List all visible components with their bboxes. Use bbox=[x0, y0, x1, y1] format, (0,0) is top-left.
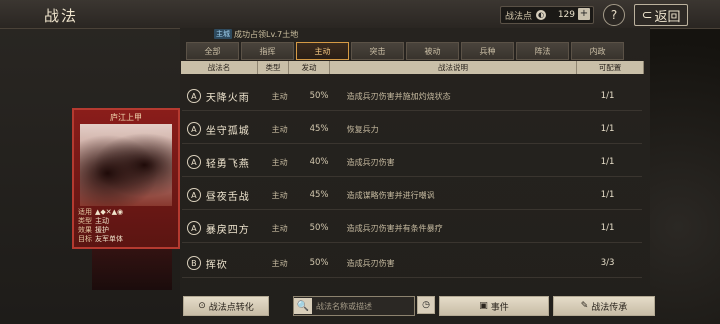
tab-command[interactable]: 指挥 bbox=[241, 42, 294, 60]
skill-rate: 50% bbox=[309, 223, 329, 233]
card-info-key: 效果 bbox=[78, 226, 92, 234]
tab-assault[interactable]: 突击 bbox=[351, 42, 404, 60]
tab-all[interactable]: 全部 bbox=[186, 42, 239, 60]
table-row[interactable]: A 坐守孤城 主动 45% 恢复兵力 1/1 bbox=[182, 115, 642, 144]
table-row[interactable]: A 天降火雨 主动 50% 造成兵刃伤害并施加灼烧状态 1/1 bbox=[182, 82, 642, 111]
inherit-icon: ✎ bbox=[580, 301, 589, 311]
column-header-count[interactable]: 可配置 bbox=[577, 61, 644, 74]
skill-type: 主动 bbox=[271, 91, 288, 101]
tab-internal[interactable]: 内政 bbox=[571, 42, 624, 60]
skill-count: 1/1 bbox=[600, 91, 615, 101]
skill-name: 轻勇飞燕 bbox=[205, 158, 250, 170]
skill-desc: 造成谋略伤害并进行嘲讽 bbox=[346, 190, 435, 200]
skill-count: 1/1 bbox=[600, 124, 615, 134]
table-row[interactable]: A 昼夜舌战 主动 45% 造成谋略伤害并进行嘲讽 1/1 bbox=[182, 181, 642, 210]
skill-count: 1/1 bbox=[600, 223, 615, 233]
bottom-toolbar: ⊙ 战法点转化 🔍 ◷ ▣ 事件 ✎ 战法传承 bbox=[183, 296, 655, 316]
skill-count: 1/1 bbox=[600, 157, 615, 167]
requirement-tag: 主城 bbox=[214, 29, 232, 39]
skill-type: 主动 bbox=[271, 223, 288, 233]
skill-type: 主动 bbox=[271, 258, 288, 268]
table-header: 战法名 类型 发动 战法说明 可配置 bbox=[181, 61, 644, 74]
skill-name: 挥砍 bbox=[205, 259, 228, 271]
card-info-key: 类型 bbox=[78, 217, 92, 225]
skill-desc: 造成兵刃伤害并有条件暴疗 bbox=[346, 223, 443, 233]
column-header-type[interactable]: 类型 bbox=[258, 61, 289, 74]
event-label: 事件 bbox=[490, 302, 509, 313]
card-shadow bbox=[92, 245, 172, 290]
grade-badge: A bbox=[187, 188, 201, 202]
coin-icon: ◐ bbox=[536, 10, 547, 20]
grade-badge: A bbox=[187, 221, 201, 235]
card-info-key: 适用 bbox=[78, 208, 92, 216]
help-button[interactable]: ? bbox=[603, 4, 625, 26]
grade-badge: A bbox=[187, 155, 201, 169]
search-icon[interactable]: 🔍 bbox=[294, 298, 312, 314]
tactic-points-label: 战法点 bbox=[505, 11, 533, 22]
requirement-text: 成功占领Lv.7土地 bbox=[234, 29, 299, 39]
card-info-value: 主动 bbox=[95, 217, 109, 225]
card-info-value: 友军单体 bbox=[95, 235, 123, 243]
card-title: 庐江上甲 bbox=[110, 113, 142, 122]
skill-type: 主动 bbox=[271, 190, 288, 200]
skill-name: 暴戾四方 bbox=[205, 224, 250, 236]
card-info-key: 目标 bbox=[78, 235, 92, 243]
skill-desc: 造成兵刃伤害 bbox=[346, 258, 395, 268]
skill-desc: 造成兵刃伤害并施加灼烧状态 bbox=[346, 91, 451, 101]
skill-rate: 45% bbox=[309, 190, 329, 200]
skill-type: 主动 bbox=[271, 124, 288, 134]
search-input[interactable] bbox=[312, 298, 414, 314]
card-info-value: 援护 bbox=[95, 226, 109, 234]
skill-count: 3/3 bbox=[600, 258, 615, 268]
card-artwork bbox=[80, 124, 172, 206]
skill-name: 天降火雨 bbox=[205, 92, 250, 104]
tactic-card[interactable]: 庐江上甲 适用 ▲◆✕▲◉ 类型 主动 效果 援护 目标 友军单体 bbox=[72, 108, 180, 249]
skill-name: 昼夜舌战 bbox=[205, 191, 250, 203]
troop-icons: ▲◆✕▲◉ bbox=[95, 208, 124, 216]
skill-desc: 恢复兵力 bbox=[346, 124, 379, 134]
table-row[interactable]: B 挥砍 主动 50% 造成兵刃伤害 3/3 bbox=[182, 249, 642, 278]
back-arrow-icon: ⊂ bbox=[641, 7, 653, 23]
skill-type: 主动 bbox=[271, 157, 288, 167]
column-header-rate[interactable]: 发动 bbox=[289, 61, 330, 74]
inherit-label: 战法传承 bbox=[591, 302, 628, 313]
grade-badge: B bbox=[187, 256, 201, 270]
convert-icon: ⊙ bbox=[198, 301, 206, 311]
tactic-points-value: 129 bbox=[557, 10, 575, 20]
right-background bbox=[650, 0, 720, 324]
skill-rate: 50% bbox=[309, 258, 329, 268]
card-info: 适用 ▲◆✕▲◉ 类型 主动 效果 援护 目标 友军单体 bbox=[78, 208, 123, 244]
skill-rate: 40% bbox=[309, 157, 329, 167]
page-title: 战法 bbox=[44, 7, 79, 25]
history-clock-button[interactable]: ◷ bbox=[417, 296, 435, 314]
grade-badge: A bbox=[187, 89, 201, 103]
convert-label: 战法点转化 bbox=[208, 302, 254, 313]
top-bar: 战法 战法点 ◐ 129 + ? ⊂ 返回 bbox=[0, 0, 720, 29]
table-row[interactable]: A 暴戾四方 主动 50% 造成兵刃伤害并有条件暴疗 1/1 bbox=[182, 214, 642, 243]
event-button[interactable]: ▣ 事件 bbox=[439, 296, 549, 316]
tab-formation[interactable]: 阵法 bbox=[516, 42, 569, 60]
add-points-button[interactable]: + bbox=[578, 8, 590, 20]
tab-active[interactable]: 主动 bbox=[296, 42, 349, 60]
table-row[interactable]: A 轻勇飞燕 主动 40% 造成兵刃伤害 1/1 bbox=[182, 148, 642, 177]
back-button[interactable]: ⊂ 返回 bbox=[634, 4, 688, 26]
category-tabs: 全部 指挥 主动 突击 被动 兵种 阵法 内政 bbox=[186, 42, 624, 60]
convert-points-button[interactable]: ⊙ 战法点转化 bbox=[183, 296, 269, 316]
back-button-label: 返回 bbox=[654, 9, 681, 25]
skill-count: 1/1 bbox=[600, 190, 615, 200]
skill-desc: 造成兵刃伤害 bbox=[346, 157, 395, 167]
search-box: 🔍 bbox=[293, 296, 415, 316]
event-icon: ▣ bbox=[479, 301, 488, 311]
inherit-button[interactable]: ✎ 战法传承 bbox=[553, 296, 655, 316]
unlock-requirement: 主城 成功占领Lv.7土地 bbox=[214, 28, 298, 40]
skill-name: 坐守孤城 bbox=[205, 125, 250, 137]
column-header-desc: 战法说明 bbox=[330, 61, 577, 74]
tab-passive[interactable]: 被动 bbox=[406, 42, 459, 60]
tab-troop[interactable]: 兵种 bbox=[461, 42, 514, 60]
skill-rate: 50% bbox=[309, 91, 329, 101]
skill-rate: 45% bbox=[309, 124, 329, 134]
grade-badge: A bbox=[187, 122, 201, 136]
column-header-name[interactable]: 战法名 bbox=[181, 61, 258, 74]
